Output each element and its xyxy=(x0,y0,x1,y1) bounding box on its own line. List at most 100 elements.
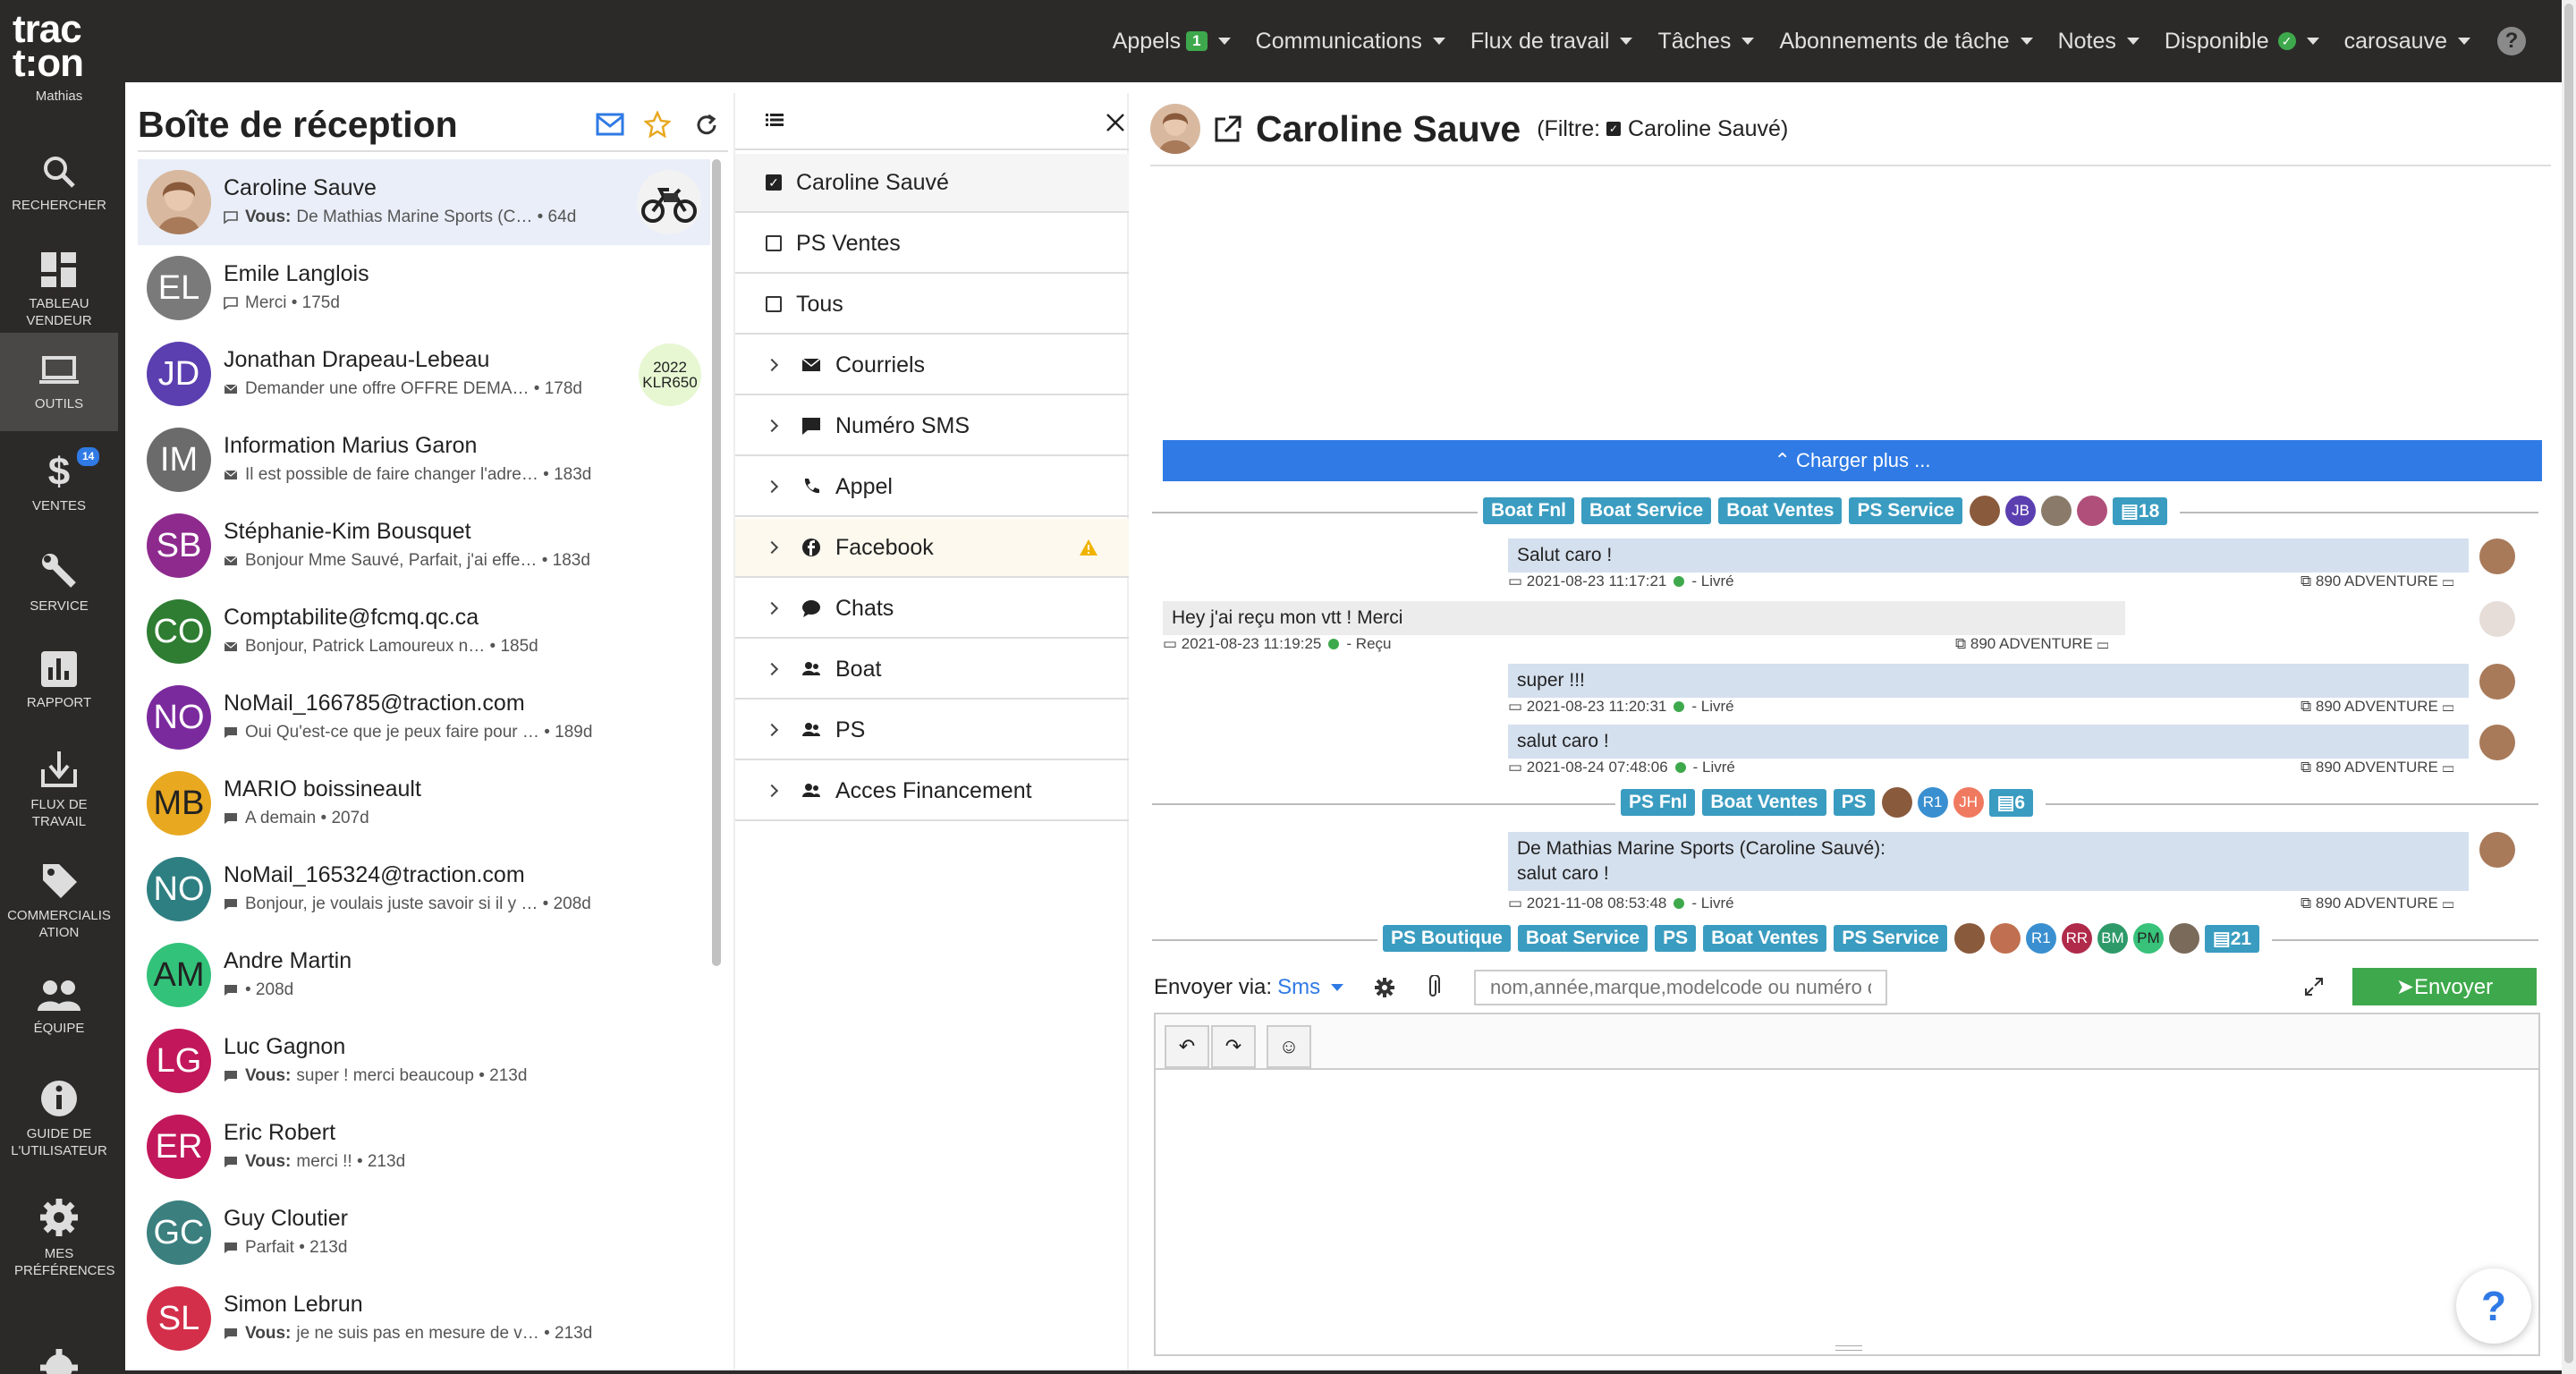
resize-handle[interactable] xyxy=(1835,1345,1862,1351)
conversation-item[interactable]: Caroline Sauve Vous: De Mathias Marine Sp… xyxy=(138,159,710,245)
team-tag[interactable]: PS Fnl xyxy=(1621,789,1696,816)
filter-group-chats[interactable]: Chats xyxy=(735,580,1129,639)
nav-communications-label: Communications xyxy=(1255,28,1422,54)
age-label: • 213d xyxy=(299,1238,348,1257)
sidebar-item-service[interactable]: SERVICE xyxy=(0,531,118,630)
conversation-item[interactable]: NO NoMail_166785@traction.com Oui Qu'est… xyxy=(138,674,710,760)
sidebar-item-ventes[interactable]: 14 $ VENTES xyxy=(0,431,118,530)
help-button[interactable]: ? xyxy=(2456,1268,2531,1344)
conversation-item[interactable]: SB Stéphanie-Kim Bousquet Bonjour Mme Sa… xyxy=(138,503,710,589)
team-tag[interactable]: Boat Ventes xyxy=(1702,789,1826,816)
team-tag[interactable]: PS xyxy=(1655,925,1697,952)
page-scrollbar[interactable] xyxy=(2562,0,2576,1374)
help-icon[interactable]: ? xyxy=(2497,27,2526,55)
external-link-icon[interactable] xyxy=(1213,114,1243,144)
sidebar-item-tableau-vendeur[interactable]: TABLEAU VENDEUR xyxy=(0,233,118,331)
filter-group-appel[interactable]: Appel xyxy=(735,458,1129,517)
filter-group-boat[interactable]: Boat xyxy=(735,640,1129,700)
nav-abonnements[interactable]: Abonnements de tâche xyxy=(1779,29,2033,55)
nav-user[interactable]: carosauve xyxy=(2344,29,2470,55)
close-icon[interactable] xyxy=(1106,113,1125,132)
vehicle-ref[interactable]: ⧉ 890 ADVENTURE ▭ xyxy=(2301,759,2454,776)
vehicle-ref[interactable]: ⧉ 890 ADVENTURE ▭ xyxy=(2301,895,2454,912)
sidebar-item-flux[interactable]: FLUX DE TRAVAIL xyxy=(0,730,118,837)
nav-notes[interactable]: Notes xyxy=(2058,29,2140,55)
conversation-item[interactable]: EL Emile Langlois Merci • 175d xyxy=(138,245,710,331)
refresh-icon[interactable] xyxy=(694,113,719,138)
sidebar-item-more[interactable] xyxy=(0,1338,118,1374)
nav-appels[interactable]: Appels 1 xyxy=(1113,29,1231,55)
team-tag[interactable]: Boat Ventes xyxy=(1718,497,1843,524)
chevron-down-icon xyxy=(2020,38,2033,45)
sidebar-item-rechercher[interactable]: RECHERCHER xyxy=(0,134,118,233)
team-tag[interactable]: PS Service xyxy=(1834,925,1947,952)
emoji-button[interactable]: ☺ xyxy=(1267,1025,1311,1068)
conversation-item[interactable]: NO NoMail_165324@traction.com Bonjour, j… xyxy=(138,846,710,932)
team-tag[interactable]: PS xyxy=(1833,789,1875,816)
filter-caroline[interactable]: ✓ Caroline Sauvé xyxy=(735,154,1129,213)
vehicle-search-input[interactable] xyxy=(1474,970,1887,1005)
gear-icon[interactable] xyxy=(1374,977,1395,998)
message-editor[interactable]: ↶ ↷ ☺ xyxy=(1154,1013,2540,1356)
vehicle-ref[interactable]: ⧉ 890 ADVENTURE ▭ xyxy=(2301,698,2454,716)
expand-icon[interactable] xyxy=(2304,977,2324,997)
list-icon[interactable] xyxy=(766,113,784,127)
sender-avatar xyxy=(2479,664,2515,700)
vehicle-ref[interactable]: ⧉ 890 ADVENTURE ▭ xyxy=(2301,572,2454,590)
conversation-item[interactable]: MB MARIO boissineault A demain • 207d xyxy=(138,760,710,846)
undo-button[interactable]: ↶ xyxy=(1165,1025,1209,1068)
filter-group-sms[interactable]: Numéro SMS xyxy=(735,397,1129,456)
load-more-button[interactable]: ⌃ Charger plus ... xyxy=(1163,440,2542,481)
send-button[interactable]: ➤Envoyer xyxy=(2352,968,2537,1005)
paperclip-icon[interactable] xyxy=(1426,975,1440,1000)
sidebar-item-preferences[interactable]: MES PRÉFÉRENCES xyxy=(0,1177,118,1293)
filter-group-ps[interactable]: PS xyxy=(735,701,1129,760)
team-tag[interactable]: PS Service xyxy=(1849,497,1963,524)
inbox-scrollbar[interactable] xyxy=(712,159,721,966)
vehicle-ref[interactable]: ⧉ 890 ADVENTURE ▭ xyxy=(1955,635,2109,653)
sidebar-item-guide[interactable]: GUIDE DE L'UTILISATEUR xyxy=(0,1059,118,1175)
team-tag[interactable]: Boat Service xyxy=(1581,497,1712,524)
nav-disponible[interactable]: Disponible ✓ xyxy=(2165,29,2319,55)
conversation-name: MARIO boissineault xyxy=(224,776,421,802)
conversation-item[interactable]: JD Jonathan Drapeau-Lebeau Demander une … xyxy=(138,331,710,417)
filter-group-facebook[interactable]: Facebook xyxy=(735,519,1129,578)
page-scroll-thumb[interactable] xyxy=(2564,4,2573,1363)
sidebar: RECHERCHER TABLEAU VENDEUR OUTILS 14 $ V… xyxy=(0,125,118,1374)
conversation-item[interactable]: AM Andre Martin • 208d xyxy=(138,932,710,1018)
conversation-item[interactable]: LG Luc Gagnon Vous: super ! merci beaucou… xyxy=(138,1018,710,1104)
filter-ps-ventes[interactable]: PS Ventes xyxy=(735,215,1129,274)
filter-prefix: (Filtre: xyxy=(1537,115,1601,141)
message-count-badge: ▤21 xyxy=(2204,924,2260,953)
channel-select[interactable]: Sms xyxy=(1277,975,1344,1000)
team-tag[interactable]: Boat Fnl xyxy=(1483,497,1574,524)
envelope-icon[interactable] xyxy=(596,113,624,136)
gear-icon xyxy=(40,1349,78,1374)
message-meta: ▭ 2021-08-24 07:48:06 - Livré xyxy=(1508,759,1735,776)
sidebar-item-outils[interactable]: OUTILS xyxy=(0,333,118,431)
conversation-item[interactable]: CO Comptabilite@fcmq.qc.ca Bonjour, Patr… xyxy=(138,589,710,674)
nav-flux[interactable]: Flux de travail xyxy=(1470,29,1633,55)
star-icon[interactable] xyxy=(644,111,671,138)
filter-group-acces-financement[interactable]: Acces Financement xyxy=(735,762,1129,821)
filter-tous[interactable]: Tous xyxy=(735,276,1129,335)
sidebar-item-label: OUTILS xyxy=(34,396,84,411)
sms-icon: ▭ xyxy=(1508,759,1523,776)
sidebar-item-rapport[interactable]: RAPPORT xyxy=(0,632,118,730)
team-tag[interactable]: Boat Ventes xyxy=(1703,925,1827,952)
traction-logo[interactable]: trac t:on Mathias xyxy=(13,10,106,106)
conversation-item[interactable]: SL Simon Lebrun Vous: je ne suis pas en m… xyxy=(138,1276,710,1361)
sidebar-item-equipe[interactable]: ÉQUIPE xyxy=(0,957,118,1056)
team-tag[interactable]: Boat Service xyxy=(1517,925,1648,952)
redo-button[interactable]: ↷ xyxy=(1211,1025,1256,1068)
nav-taches[interactable]: Tâches xyxy=(1657,29,1755,55)
conversation-item[interactable]: ER Eric Robert Vous: merci !! • 213d xyxy=(138,1104,710,1190)
participant-avatar: BM xyxy=(2097,923,2128,954)
conversation-item[interactable]: IM Information Marius Garon Il est possi… xyxy=(138,417,710,503)
avatar: SB xyxy=(147,513,211,578)
filter-group-courriels[interactable]: Courriels xyxy=(735,336,1129,395)
nav-communications[interactable]: Communications xyxy=(1256,29,1445,55)
conversation-item[interactable]: GC Guy Cloutier Parfait • 213d xyxy=(138,1190,710,1276)
sidebar-item-commercialisation[interactable]: COMMERCIALISATION xyxy=(0,841,118,957)
team-tag[interactable]: PS Boutique xyxy=(1383,925,1511,952)
